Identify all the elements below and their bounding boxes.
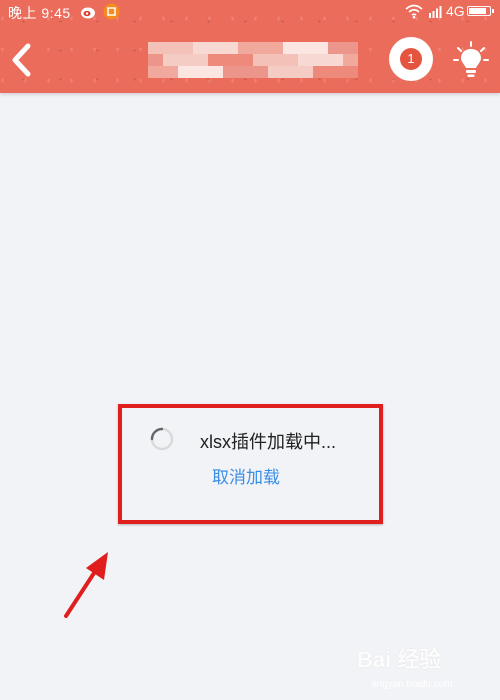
- mosaic-cell: [223, 66, 238, 78]
- mosaic-cell: [163, 42, 178, 54]
- mosaic-cell: [223, 54, 238, 66]
- mosaic-cell: [343, 54, 358, 66]
- wifi-icon: [405, 4, 423, 19]
- mosaic-cell: [298, 66, 313, 78]
- signal-icon: [429, 6, 442, 18]
- weibo-icon: [81, 7, 95, 19]
- mosaic-cell: [148, 42, 163, 54]
- mosaic-cell: [313, 66, 328, 78]
- mosaic-cell: [178, 66, 193, 78]
- mosaic-cell: [268, 42, 283, 54]
- mosaic-cell: [238, 42, 253, 54]
- mosaic-cell: [343, 66, 358, 78]
- mosaic-cell: [253, 54, 268, 66]
- page-title-redacted: [148, 42, 358, 78]
- network-type: 4G: [446, 3, 465, 19]
- battery-icon: [467, 6, 494, 16]
- mosaic-cell: [283, 66, 298, 78]
- annotation-arrow-icon: [64, 552, 108, 618]
- cancel-loading-button[interactable]: 取消加载: [212, 463, 280, 488]
- mosaic-cell: [223, 42, 238, 54]
- mosaic-cell: [283, 42, 298, 54]
- mosaic-cell: [253, 42, 268, 54]
- mosaic-cell: [298, 54, 313, 66]
- mosaic-cell: [268, 66, 283, 78]
- mosaic-cell: [208, 54, 223, 66]
- mosaic-cell: [238, 54, 253, 66]
- mosaic-cell: [148, 54, 163, 66]
- lightbulb-icon[interactable]: [452, 40, 490, 80]
- mosaic-cell: [193, 54, 208, 66]
- status-time: 晚上 9:45: [8, 5, 71, 21]
- mosaic-cell: [193, 66, 208, 78]
- mosaic-cell: [148, 66, 163, 78]
- mosaic-cell: [283, 54, 298, 66]
- mosaic-cell: [178, 42, 193, 54]
- loading-spinner-icon: [150, 427, 174, 451]
- app-header: 晚上 9:45 4G 1: [0, 0, 500, 93]
- mosaic-cell: [268, 54, 283, 66]
- mosaic-cell: [208, 66, 223, 78]
- mosaic-cell: [163, 66, 178, 78]
- mosaic-cell: [238, 66, 253, 78]
- app-notify-icon: [103, 3, 120, 20]
- mosaic-cell: [328, 54, 343, 66]
- notification-button[interactable]: 1: [389, 37, 433, 81]
- mosaic-cell: [328, 42, 343, 54]
- notification-count: 1: [400, 48, 422, 70]
- watermark-brand: Bai 经验: [357, 647, 442, 672]
- mosaic-cell: [313, 54, 328, 66]
- mosaic-cell: [313, 42, 328, 54]
- mosaic-cell: [193, 42, 208, 54]
- watermark-url: jingyan.baidu.com: [372, 679, 453, 690]
- mosaic-cell: [253, 66, 268, 78]
- mosaic-cell: [178, 54, 193, 66]
- mosaic-cell: [328, 66, 343, 78]
- loading-message: xlsx插件加载中...: [200, 432, 337, 452]
- mosaic-cell: [163, 54, 178, 66]
- battery-level: [469, 8, 486, 14]
- back-arrow-icon[interactable]: [6, 40, 36, 80]
- status-bar: 晚上 9:45 4G: [0, 0, 500, 24]
- mosaic-cell: [208, 42, 223, 54]
- mosaic-cell: [298, 42, 313, 54]
- mosaic-cell: [343, 42, 358, 54]
